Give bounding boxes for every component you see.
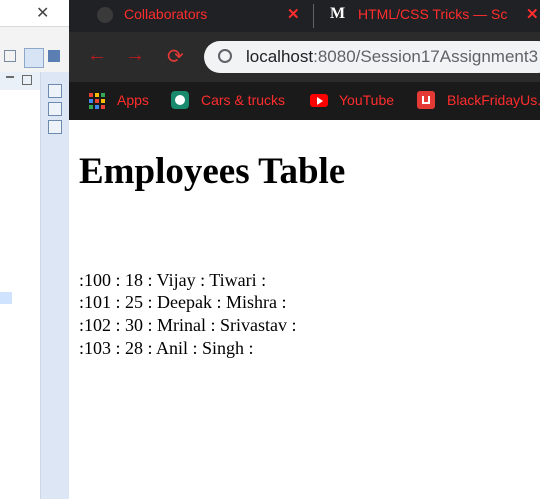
ide-close-icon[interactable]: ✕ — [36, 3, 49, 23]
ide-title-bar: ✕ — [0, 0, 69, 27]
forward-button[interactable]: → — [125, 44, 145, 67]
bookmark-label: BlackFridayUs. — [447, 92, 540, 108]
tab-bar: Collaborators ✕ M HTML/CSS Tricks — Sc ✕ — [69, 0, 540, 32]
page-content: Employees Table :100 : 18 : Vijay : Tiwa… — [69, 120, 540, 499]
tab-title: HTML/CSS Tricks — Sc — [358, 6, 508, 22]
info-icon[interactable] — [218, 49, 232, 63]
close-tab-icon[interactable]: ✕ — [287, 5, 300, 23]
ide-toolbar — [0, 46, 69, 70]
github-icon — [97, 7, 113, 23]
bookmark-youtube[interactable]: YouTube — [310, 91, 405, 111]
reload-button[interactable]: ⟳ — [167, 44, 184, 69]
ide-restore-icon[interactable] — [48, 84, 62, 98]
bookmark-label: YouTube — [339, 92, 395, 108]
bookmark-label: Apps — [117, 92, 149, 108]
bookmark-cars-trucks[interactable]: Cars & trucks — [171, 91, 291, 111]
employee-row: :100 : 18 : Vijay : Tiwari : — [79, 270, 267, 290]
ide-layout-icon[interactable] — [4, 50, 16, 62]
browser-toolbar: ← → ⟳ localhost:8080/Session17Assignment… — [69, 32, 540, 82]
bookmark-apps[interactable]: Apps — [89, 91, 159, 111]
ide-panel-header — [0, 72, 40, 90]
ide-tasks-icon[interactable] — [48, 120, 62, 134]
address-host: localhost — [246, 47, 314, 66]
ide-explorer-panel — [0, 72, 41, 499]
tab-collaborators[interactable]: Collaborators ✕ — [69, 0, 314, 32]
address-bar[interactable]: localhost:8080/Session17Assignment3 — [204, 41, 540, 73]
browser-window: Collaborators ✕ M HTML/CSS Tricks — Sc ✕… — [69, 0, 540, 499]
page-title: Employees Table — [79, 151, 346, 192]
address-path: :8080/Session17Assignment3 — [313, 47, 539, 66]
bookmark-blackfriday[interactable]: BlackFridayUs. — [417, 91, 540, 111]
employee-row: :103 : 28 : Anil : Singh : — [79, 338, 254, 358]
ide-window: ✕ — [0, 0, 69, 499]
ide-perspective-icon[interactable] — [24, 48, 44, 68]
shopping-bag-icon — [417, 91, 435, 109]
ide-minimize-icon[interactable] — [6, 76, 14, 78]
tab-title: Collaborators — [124, 6, 208, 22]
medium-m-icon: M — [330, 5, 346, 22]
cars-app-icon — [171, 91, 189, 109]
back-button[interactable]: ← — [87, 44, 107, 67]
employee-row: :102 : 30 : Mrinal : Srivastav : — [79, 315, 297, 335]
tab-html-css-tricks[interactable]: M HTML/CSS Tricks — Sc ✕ — [314, 0, 540, 32]
ide-maximize-icon[interactable] — [22, 75, 32, 85]
bookmarks-bar: Apps Cars & trucks YouTube BlackFridayUs… — [69, 82, 540, 120]
bookmark-label: Cars & trucks — [201, 92, 286, 108]
ide-side-strip — [41, 72, 69, 499]
close-tab-icon[interactable]: ✕ — [526, 5, 539, 23]
apps-grid-icon — [89, 93, 105, 109]
ide-java-perspective-icon[interactable] — [48, 50, 60, 62]
ide-outline-icon[interactable] — [48, 102, 62, 116]
address-text: localhost:8080/Session17Assignment3 — [246, 47, 538, 67]
employee-row: :101 : 25 : Deepak : Mishra : — [79, 292, 287, 312]
youtube-icon — [310, 94, 328, 107]
ide-selected-row[interactable] — [0, 292, 12, 304]
